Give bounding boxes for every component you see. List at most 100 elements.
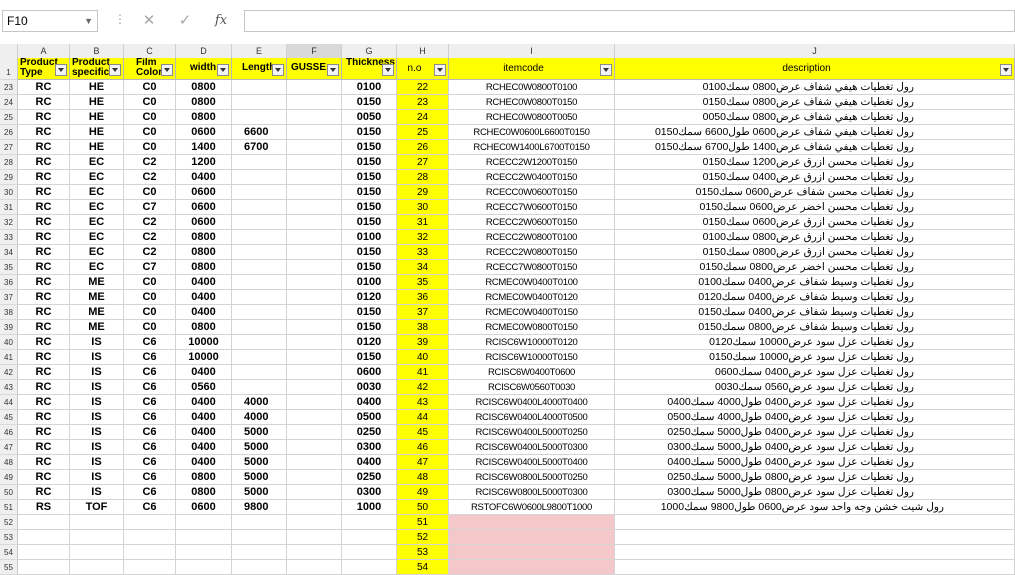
- cell-product-type[interactable]: RC: [18, 350, 70, 365]
- row-header[interactable]: 41: [0, 350, 18, 365]
- cell-description[interactable]: رول تغطيات هيفي شفاف عرض0600 طول6600 سمك…: [615, 125, 1015, 140]
- cell-no[interactable]: 36: [397, 290, 449, 305]
- row-header[interactable]: 28: [0, 155, 18, 170]
- cell-length[interactable]: [232, 155, 287, 170]
- cell-product-type[interactable]: RC: [18, 95, 70, 110]
- col-header-i[interactable]: I: [449, 44, 615, 58]
- cell-gusset[interactable]: [287, 200, 342, 215]
- cell-product-specific[interactable]: IS: [70, 425, 124, 440]
- cell-length[interactable]: [232, 320, 287, 335]
- cell-thickness[interactable]: [342, 515, 397, 530]
- cell-product-specific[interactable]: [70, 545, 124, 560]
- cell-length[interactable]: [232, 260, 287, 275]
- cell-no[interactable]: 45: [397, 425, 449, 440]
- cell-width[interactable]: 0800: [176, 110, 232, 125]
- cell-thickness[interactable]: 0250: [342, 470, 397, 485]
- cell-width[interactable]: 0800: [176, 470, 232, 485]
- row-header[interactable]: 23: [0, 80, 18, 95]
- cell-gusset[interactable]: [287, 80, 342, 95]
- cell-product-specific[interactable]: HE: [70, 110, 124, 125]
- cell-no[interactable]: 33: [397, 245, 449, 260]
- cell-width[interactable]: 10000: [176, 350, 232, 365]
- cell-gusset[interactable]: [287, 380, 342, 395]
- cell-description[interactable]: رول تغطيات وسيط شفاف عرض0800 سمك0150: [615, 320, 1015, 335]
- cell-description[interactable]: رول تغطيات عزل سود عرض0800 طول5000 سمك03…: [615, 485, 1015, 500]
- cell-product-type[interactable]: [18, 530, 70, 545]
- cell-gusset[interactable]: [287, 170, 342, 185]
- row-header[interactable]: 54: [0, 545, 18, 560]
- cell-product-type[interactable]: RC: [18, 110, 70, 125]
- filter-dropdown-icon[interactable]: [327, 64, 339, 76]
- cell-film-color[interactable]: C2: [124, 245, 176, 260]
- cell-width[interactable]: 0400: [176, 395, 232, 410]
- cell-description[interactable]: رول تغطيات محسن ازرق عرض1200 سمك0150: [615, 155, 1015, 170]
- cell-itemcode[interactable]: RCECC2W0600T0150: [449, 215, 615, 230]
- cell-no[interactable]: 31: [397, 215, 449, 230]
- cell-no[interactable]: 24: [397, 110, 449, 125]
- cell-length[interactable]: [232, 530, 287, 545]
- cell-thickness[interactable]: 0500: [342, 410, 397, 425]
- row-header[interactable]: 35: [0, 260, 18, 275]
- cell-gusset[interactable]: [287, 140, 342, 155]
- cell-description[interactable]: رول تغطيات محسن اخضر عرض0800 سمك0150: [615, 260, 1015, 275]
- header-product-specific[interactable]: Product specific: [70, 58, 124, 80]
- cell-product-specific[interactable]: EC: [70, 200, 124, 215]
- cell-length[interactable]: [232, 545, 287, 560]
- cell-itemcode[interactable]: [449, 545, 615, 560]
- cell-itemcode[interactable]: RCECC2W0400T0150: [449, 170, 615, 185]
- cell-film-color[interactable]: [124, 515, 176, 530]
- cell-itemcode[interactable]: RCECC2W1200T0150: [449, 155, 615, 170]
- cell-no[interactable]: 29: [397, 185, 449, 200]
- cell-gusset[interactable]: [287, 425, 342, 440]
- cell-no[interactable]: 52: [397, 530, 449, 545]
- cell-itemcode[interactable]: RCISC6W0400T0600: [449, 365, 615, 380]
- cell-gusset[interactable]: [287, 245, 342, 260]
- filter-dropdown-icon[interactable]: [109, 64, 121, 76]
- cell-thickness[interactable]: 0150: [342, 245, 397, 260]
- cell-description[interactable]: رول تغطيات عزل سود عرض0560 سمك0030: [615, 380, 1015, 395]
- cell-description[interactable]: رول تغطيات عزل سود عرض0400 طول5000 سمك04…: [615, 455, 1015, 470]
- cell-itemcode[interactable]: RCHEC0W1400L6700T0150: [449, 140, 615, 155]
- cell-gusset[interactable]: [287, 500, 342, 515]
- cell-description[interactable]: رول تغطيات وسيط شفاف عرض0400 سمك0150: [615, 305, 1015, 320]
- row-header[interactable]: 24: [0, 95, 18, 110]
- cell-product-specific[interactable]: IS: [70, 365, 124, 380]
- row-header[interactable]: 42: [0, 365, 18, 380]
- cell-itemcode[interactable]: RCHEC0W0600L6600T0150: [449, 125, 615, 140]
- cell-length[interactable]: [232, 560, 287, 575]
- cell-no[interactable]: 38: [397, 320, 449, 335]
- cell-itemcode[interactable]: RCECC2W0800T0100: [449, 230, 615, 245]
- cell-width[interactable]: 0800: [176, 485, 232, 500]
- insert-function-icon[interactable]: fx: [206, 10, 236, 32]
- cell-width[interactable]: 0400: [176, 425, 232, 440]
- cell-gusset[interactable]: [287, 530, 342, 545]
- cell-thickness[interactable]: 0300: [342, 440, 397, 455]
- cell-itemcode[interactable]: RCISC6W10000T0150: [449, 350, 615, 365]
- cell-product-type[interactable]: RC: [18, 260, 70, 275]
- cell-gusset[interactable]: [287, 365, 342, 380]
- cell-film-color[interactable]: [124, 545, 176, 560]
- cell-film-color[interactable]: [124, 560, 176, 575]
- cell-length[interactable]: 5000: [232, 485, 287, 500]
- cell-film-color[interactable]: C0: [124, 80, 176, 95]
- cell-thickness[interactable]: [342, 560, 397, 575]
- cell-width[interactable]: 10000: [176, 335, 232, 350]
- cell-product-type[interactable]: [18, 515, 70, 530]
- cell-film-color[interactable]: C6: [124, 410, 176, 425]
- cell-thickness[interactable]: 0150: [342, 140, 397, 155]
- cell-description[interactable]: رول تغطيات وسيط شفاف عرض0400 سمك0100: [615, 275, 1015, 290]
- cell-no[interactable]: 41: [397, 365, 449, 380]
- cell-product-type[interactable]: RC: [18, 335, 70, 350]
- cell-gusset[interactable]: [287, 230, 342, 245]
- cell-length[interactable]: [232, 290, 287, 305]
- cell-width[interactable]: 0600: [176, 500, 232, 515]
- cell-width[interactable]: 0400: [176, 365, 232, 380]
- cell-itemcode[interactable]: RCISC6W0800L5000T0300: [449, 485, 615, 500]
- cell-itemcode[interactable]: RCHEC0W0800T0150: [449, 95, 615, 110]
- cell-product-specific[interactable]: [70, 530, 124, 545]
- cell-description[interactable]: [615, 530, 1015, 545]
- filter-dropdown-icon[interactable]: [1000, 64, 1012, 76]
- row-header[interactable]: 48: [0, 455, 18, 470]
- cell-description[interactable]: رول شيت خشن وجه واحد سود عرض0600 طول9800…: [615, 500, 1015, 515]
- cell-length[interactable]: [232, 185, 287, 200]
